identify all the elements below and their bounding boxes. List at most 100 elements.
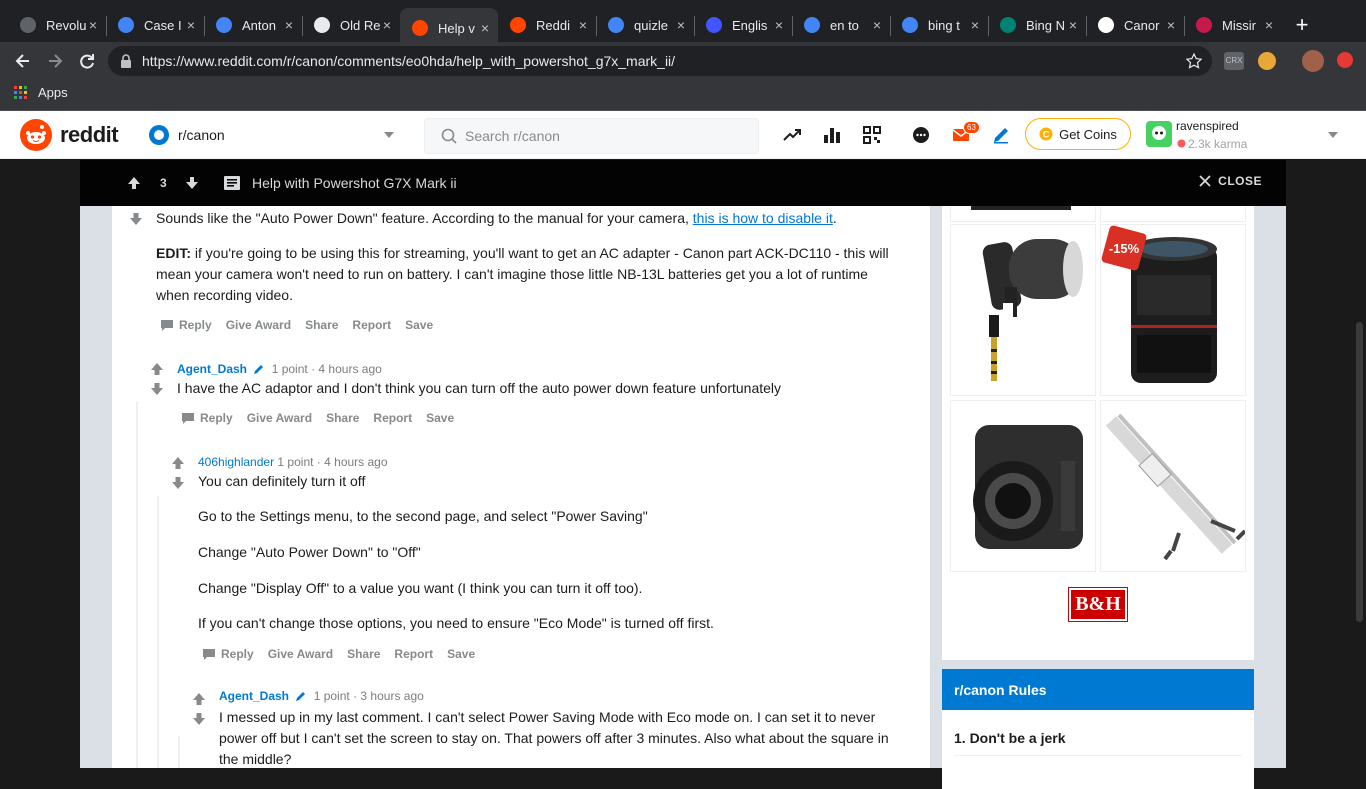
bookmark-star-icon[interactable] [1186, 53, 1202, 69]
comment-text: . [832, 210, 837, 226]
post-icon [224, 176, 240, 190]
tab-close-icon[interactable]: × [1164, 17, 1178, 33]
get-coins-button[interactable]: C Get Coins [1025, 118, 1131, 150]
qr-code-icon[interactable] [862, 125, 882, 145]
product-tile-slider[interactable] [1100, 400, 1246, 572]
share-button[interactable]: Share [305, 318, 338, 332]
tab-close-icon[interactable]: × [968, 17, 982, 33]
microphone-product-image [982, 239, 1083, 381]
reply-button[interactable]: Reply [200, 411, 233, 425]
report-button[interactable]: Report [373, 411, 412, 425]
product-tile[interactable] [1100, 206, 1246, 222]
save-button[interactable]: Save [426, 411, 454, 425]
browser-tab[interactable]: Canor × [1086, 8, 1184, 42]
reload-button[interactable] [76, 50, 98, 72]
report-button[interactable]: Report [352, 318, 391, 332]
comment-time[interactable]: 4 hours ago [318, 362, 381, 376]
bh-logo[interactable]: B&H [1068, 587, 1128, 622]
give-award-button[interactable]: Give Award [268, 647, 333, 661]
google-icon [804, 17, 820, 33]
crx-extension-icon[interactable]: CRX [1224, 52, 1244, 70]
browser-tab[interactable]: Missir × [1184, 8, 1282, 42]
downvote-icon[interactable] [184, 175, 200, 191]
browser-tab[interactable]: Case I × [106, 8, 204, 42]
tab-close-icon[interactable]: × [772, 17, 786, 33]
tab-separator [204, 16, 205, 36]
tab-close-icon[interactable]: × [282, 17, 296, 33]
browser-tab[interactable]: en to × [792, 8, 890, 42]
give-award-button[interactable]: Give Award [247, 411, 312, 425]
post-title: Help with Powershot G7X Mark ii [252, 175, 457, 191]
give-award-button[interactable]: Give Award [226, 318, 291, 332]
reply-icon [203, 649, 215, 660]
profile-avatar[interactable] [1302, 50, 1324, 72]
tab-close-icon[interactable]: × [184, 17, 198, 33]
search-input[interactable]: Search r/canon [424, 118, 759, 154]
browser-tab[interactable]: Anton × [204, 8, 302, 42]
comment-time[interactable]: 4 hours ago [324, 455, 387, 469]
downvote-icon[interactable] [150, 382, 164, 396]
tab-close-icon[interactable]: × [380, 17, 394, 33]
browser-tab[interactable]: Reddi × [498, 8, 596, 42]
google-icon [608, 17, 624, 33]
extension-owl-icon[interactable] [1258, 52, 1276, 70]
trending-icon[interactable] [782, 125, 802, 145]
downvote-icon[interactable] [129, 212, 143, 226]
disable-guide-link[interactable]: this is how to disable it [693, 210, 833, 226]
upvote-icon[interactable] [192, 692, 206, 706]
downvote-icon[interactable] [171, 476, 185, 490]
comment-author[interactable]: Agent_Dash [177, 362, 247, 376]
tab-close-icon[interactable]: × [478, 20, 492, 36]
comment-actions: Reply Give Award Share Report Save [160, 318, 447, 332]
scrollbar-thumb[interactable] [1356, 322, 1363, 622]
apps-grid-icon [14, 85, 27, 99]
upvote-icon[interactable] [150, 362, 164, 376]
browser-tab[interactable]: Revolut × [8, 8, 106, 42]
share-button[interactable]: Share [326, 411, 359, 425]
upvote-icon[interactable] [171, 456, 185, 470]
tab-close-icon[interactable]: × [1262, 17, 1276, 33]
browser-tab[interactable]: Old Re × [302, 8, 400, 42]
product-tile-lens[interactable]: -15% [1100, 224, 1246, 396]
comment-text: Sounds like the "Auto Power Down" featur… [156, 210, 693, 226]
apps-bookmark[interactable]: Apps [14, 85, 68, 100]
close-button[interactable]: CLOSE [1199, 174, 1262, 188]
reddit-logo[interactable]: reddit [20, 119, 119, 151]
upvote-icon[interactable] [126, 175, 142, 191]
reply-button[interactable]: Reply [179, 318, 212, 332]
product-tile-microphone[interactable] [950, 224, 1096, 396]
create-post-pencil-icon[interactable] [991, 125, 1011, 145]
browser-tab[interactable]: Englis × [694, 8, 792, 42]
comment-author[interactable]: 406highlander [198, 455, 274, 469]
comment-time[interactable]: 3 hours ago [360, 689, 423, 703]
tab-close-icon[interactable]: × [1066, 17, 1080, 33]
user-menu[interactable]: ravenspired 2.3k karma [1146, 117, 1346, 153]
downvote-icon[interactable] [192, 712, 206, 726]
save-button[interactable]: Save [447, 647, 475, 661]
rule-item[interactable]: 1. Don't be a jerk [942, 710, 1254, 746]
report-button[interactable]: Report [394, 647, 433, 661]
product-tile[interactable] [950, 206, 1096, 222]
comment-author[interactable]: Agent_Dash [219, 689, 289, 703]
address-bar[interactable]: https://www.reddit.com/r/canon/comments/… [108, 46, 1212, 76]
chat-icon[interactable] [911, 125, 931, 145]
tab-close-icon[interactable]: × [576, 17, 590, 33]
reply-button[interactable]: Reply [221, 647, 254, 661]
browser-tab[interactable]: Bing N × [988, 8, 1086, 42]
share-button[interactable]: Share [347, 647, 380, 661]
save-button[interactable]: Save [405, 318, 433, 332]
back-button[interactable] [12, 50, 34, 72]
browser-tab[interactable]: quizle × [596, 8, 694, 42]
browser-tab[interactable]: bing t × [890, 8, 988, 42]
forward-button[interactable] [44, 50, 66, 72]
tab-close-icon[interactable]: × [86, 17, 100, 33]
calendar-icon [314, 17, 330, 33]
tab-separator [694, 16, 695, 36]
new-tab-button[interactable]: + [1290, 14, 1314, 38]
product-tile-camera[interactable] [950, 400, 1096, 572]
tab-close-icon[interactable]: × [674, 17, 688, 33]
update-icon[interactable] [1337, 52, 1353, 68]
leaderboard-icon[interactable] [822, 125, 842, 145]
tab-close-icon[interactable]: × [870, 17, 884, 33]
community-selector[interactable]: r/canon [148, 117, 400, 153]
